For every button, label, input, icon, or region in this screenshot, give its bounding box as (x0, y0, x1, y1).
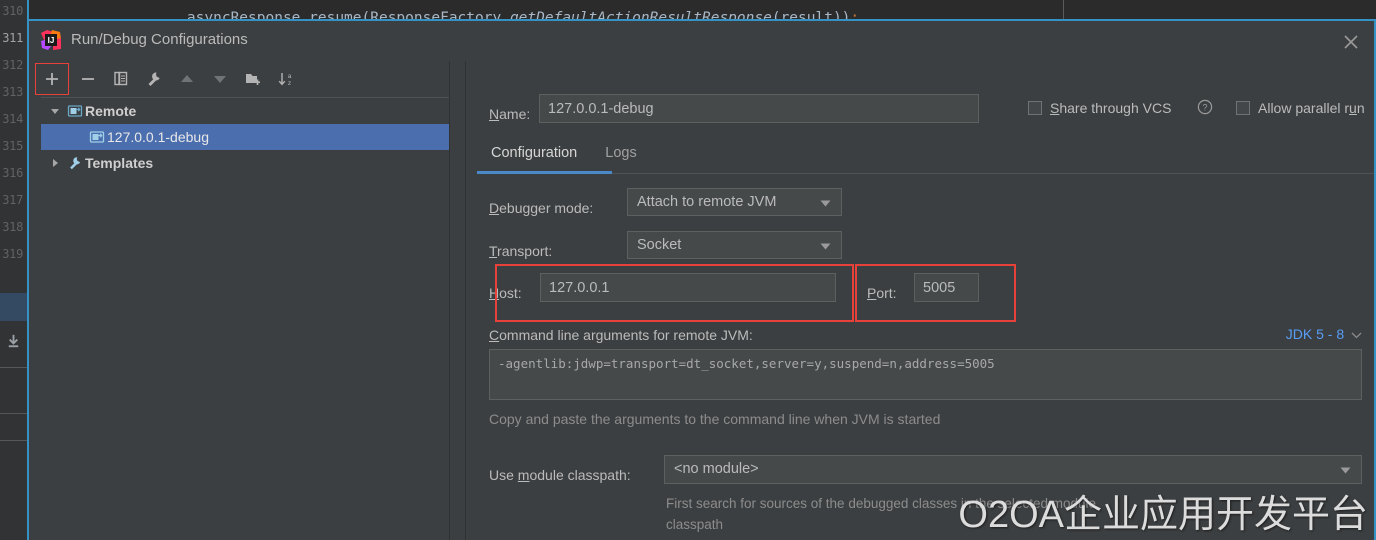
move-down-button[interactable] (206, 65, 234, 93)
gutter-line-number: 317 (2, 193, 23, 207)
gutter-line-number-current: 311 (2, 31, 23, 45)
jdk-version-label: JDK 5 - 8 (1286, 326, 1344, 342)
transport-select[interactable]: Socket (627, 231, 842, 259)
svg-text:z: z (288, 80, 291, 87)
remote-debug-icon (87, 129, 107, 145)
sort-az-icon: a z (277, 70, 295, 88)
dialog-title: Run/Debug Configurations (71, 31, 248, 48)
tree-item-label: Templates (85, 155, 153, 171)
name-label-rest: ame: (499, 106, 530, 122)
host-label: Host: (489, 285, 522, 301)
download-icon[interactable] (4, 332, 23, 351)
sort-configurations-button[interactable]: a z (272, 65, 300, 93)
tab-configuration[interactable]: Configuration (477, 139, 591, 171)
minus-icon (79, 70, 97, 88)
sidebar-divider (0, 440, 27, 441)
gutter-line-number: 319 (2, 247, 23, 261)
module-classpath-select[interactable]: <no module> (664, 455, 1362, 484)
port-label: Port: (867, 285, 897, 301)
plus-icon (43, 70, 61, 88)
active-tab-indicator (477, 171, 612, 174)
svg-text:a: a (288, 73, 292, 80)
remove-configuration-button[interactable] (74, 65, 102, 93)
pane-divider (449, 61, 450, 540)
port-input[interactable] (914, 273, 979, 302)
command-line-hint: Copy and paste the arguments to the comm… (489, 411, 940, 427)
chevron-down-icon (820, 243, 831, 250)
editor-right-margin-rule (1063, 0, 1064, 20)
host-input[interactable] (540, 273, 836, 302)
configurations-toolbar: a z (29, 61, 449, 97)
checkbox-box[interactable] (1236, 101, 1250, 115)
arrow-down-icon (211, 70, 229, 88)
debugger-mode-select[interactable]: Attach to remote JVM (627, 188, 842, 216)
module-classpath-value: <no module> (674, 461, 759, 477)
tree-item-127-0-0-1-debug[interactable]: 127.0.0.1-debug (41, 124, 449, 150)
share-through-vcs-checkbox[interactable]: Share through VCS (1028, 99, 1171, 117)
tree-item-remote[interactable]: Remote (41, 98, 449, 124)
chevron-down-icon (820, 200, 831, 207)
name-label: Name: (489, 106, 530, 122)
configuration-tabs: Configuration Logs (477, 139, 651, 173)
arrow-up-icon (178, 70, 196, 88)
tab-logs[interactable]: Logs (591, 139, 650, 171)
twisty-expanded-icon[interactable] (45, 106, 65, 116)
share-through-vcs-label: Share through VCS (1050, 100, 1171, 116)
chevron-down-icon (1351, 332, 1362, 339)
move-up-button[interactable] (173, 65, 201, 93)
debugger-mode-label: Debugger mode: (489, 200, 593, 216)
gutter-line-number: 310 (2, 4, 23, 18)
remote-debug-icon (65, 103, 85, 119)
module-classpath-hint: First search for sources of the debugged… (666, 493, 1116, 535)
add-configuration-button[interactable] (38, 65, 66, 93)
gutter-line-number: 316 (2, 166, 23, 180)
allow-parallel-run-label: Allow parallel run (1258, 100, 1365, 116)
allow-parallel-run-checkbox[interactable]: Allow parallel run (1236, 99, 1365, 117)
copy-configuration-button[interactable] (107, 65, 135, 93)
svg-text:IJ: IJ (48, 36, 55, 45)
dialog-titlebar: IJ Run/Debug Configurations (29, 21, 1374, 61)
new-folder-icon (244, 70, 262, 88)
intellij-idea-logo-icon: IJ (40, 29, 62, 51)
chevron-down-icon (1340, 467, 1351, 474)
transport-label: Transport: (489, 243, 552, 259)
wrench-icon (65, 155, 85, 171)
jdk-version-selector[interactable]: JDK 5 - 8 (1286, 326, 1362, 342)
tree-item-label: 127.0.0.1-debug (107, 129, 209, 145)
edit-templates-button[interactable] (140, 65, 168, 93)
twisty-collapsed-icon[interactable] (45, 158, 65, 168)
sidebar-selected-item[interactable] (0, 293, 27, 321)
help-circle-icon[interactable]: ? (1197, 99, 1213, 115)
editor-gutter: 310 311 312 313 314 315 316 317 318 319 (0, 0, 27, 540)
gutter-line-number: 312 (2, 58, 23, 72)
command-line-arguments-textarea[interactable]: -agentlib:jdwp=transport=dt_socket,serve… (489, 349, 1362, 400)
copy-icon (112, 70, 130, 88)
wrench-icon (145, 70, 163, 88)
gutter-line-number: 313 (2, 85, 23, 99)
gutter-line-number: 315 (2, 139, 23, 153)
tree-item-label: Remote (85, 103, 136, 119)
command-line-arguments-label: Command line arguments for remote JVM: (489, 327, 753, 343)
sidebar-divider (0, 367, 27, 368)
close-icon[interactable] (1340, 31, 1362, 53)
configurations-left-pane: a z Remote (29, 61, 449, 540)
new-folder-button[interactable] (239, 65, 267, 93)
tree-item-templates[interactable]: Templates (41, 150, 449, 176)
checkbox-box[interactable] (1028, 101, 1042, 115)
configuration-details-pane: Name: Share through VCS ? Allow parallel… (466, 61, 1374, 540)
gutter-line-number: 318 (2, 220, 23, 234)
gutter-line-number: 314 (2, 112, 23, 126)
name-input[interactable] (539, 94, 979, 123)
svg-text:?: ? (1202, 103, 1207, 113)
run-debug-configurations-dialog: IJ Run/Debug Configurations (29, 21, 1376, 540)
transport-value: Socket (637, 237, 681, 253)
sidebar-divider (0, 413, 27, 414)
module-classpath-label: Use module classpath: (489, 467, 631, 483)
debugger-mode-value: Attach to remote JVM (637, 194, 776, 210)
configurations-tree: Remote 127.0.0.1-debug (41, 97, 449, 540)
